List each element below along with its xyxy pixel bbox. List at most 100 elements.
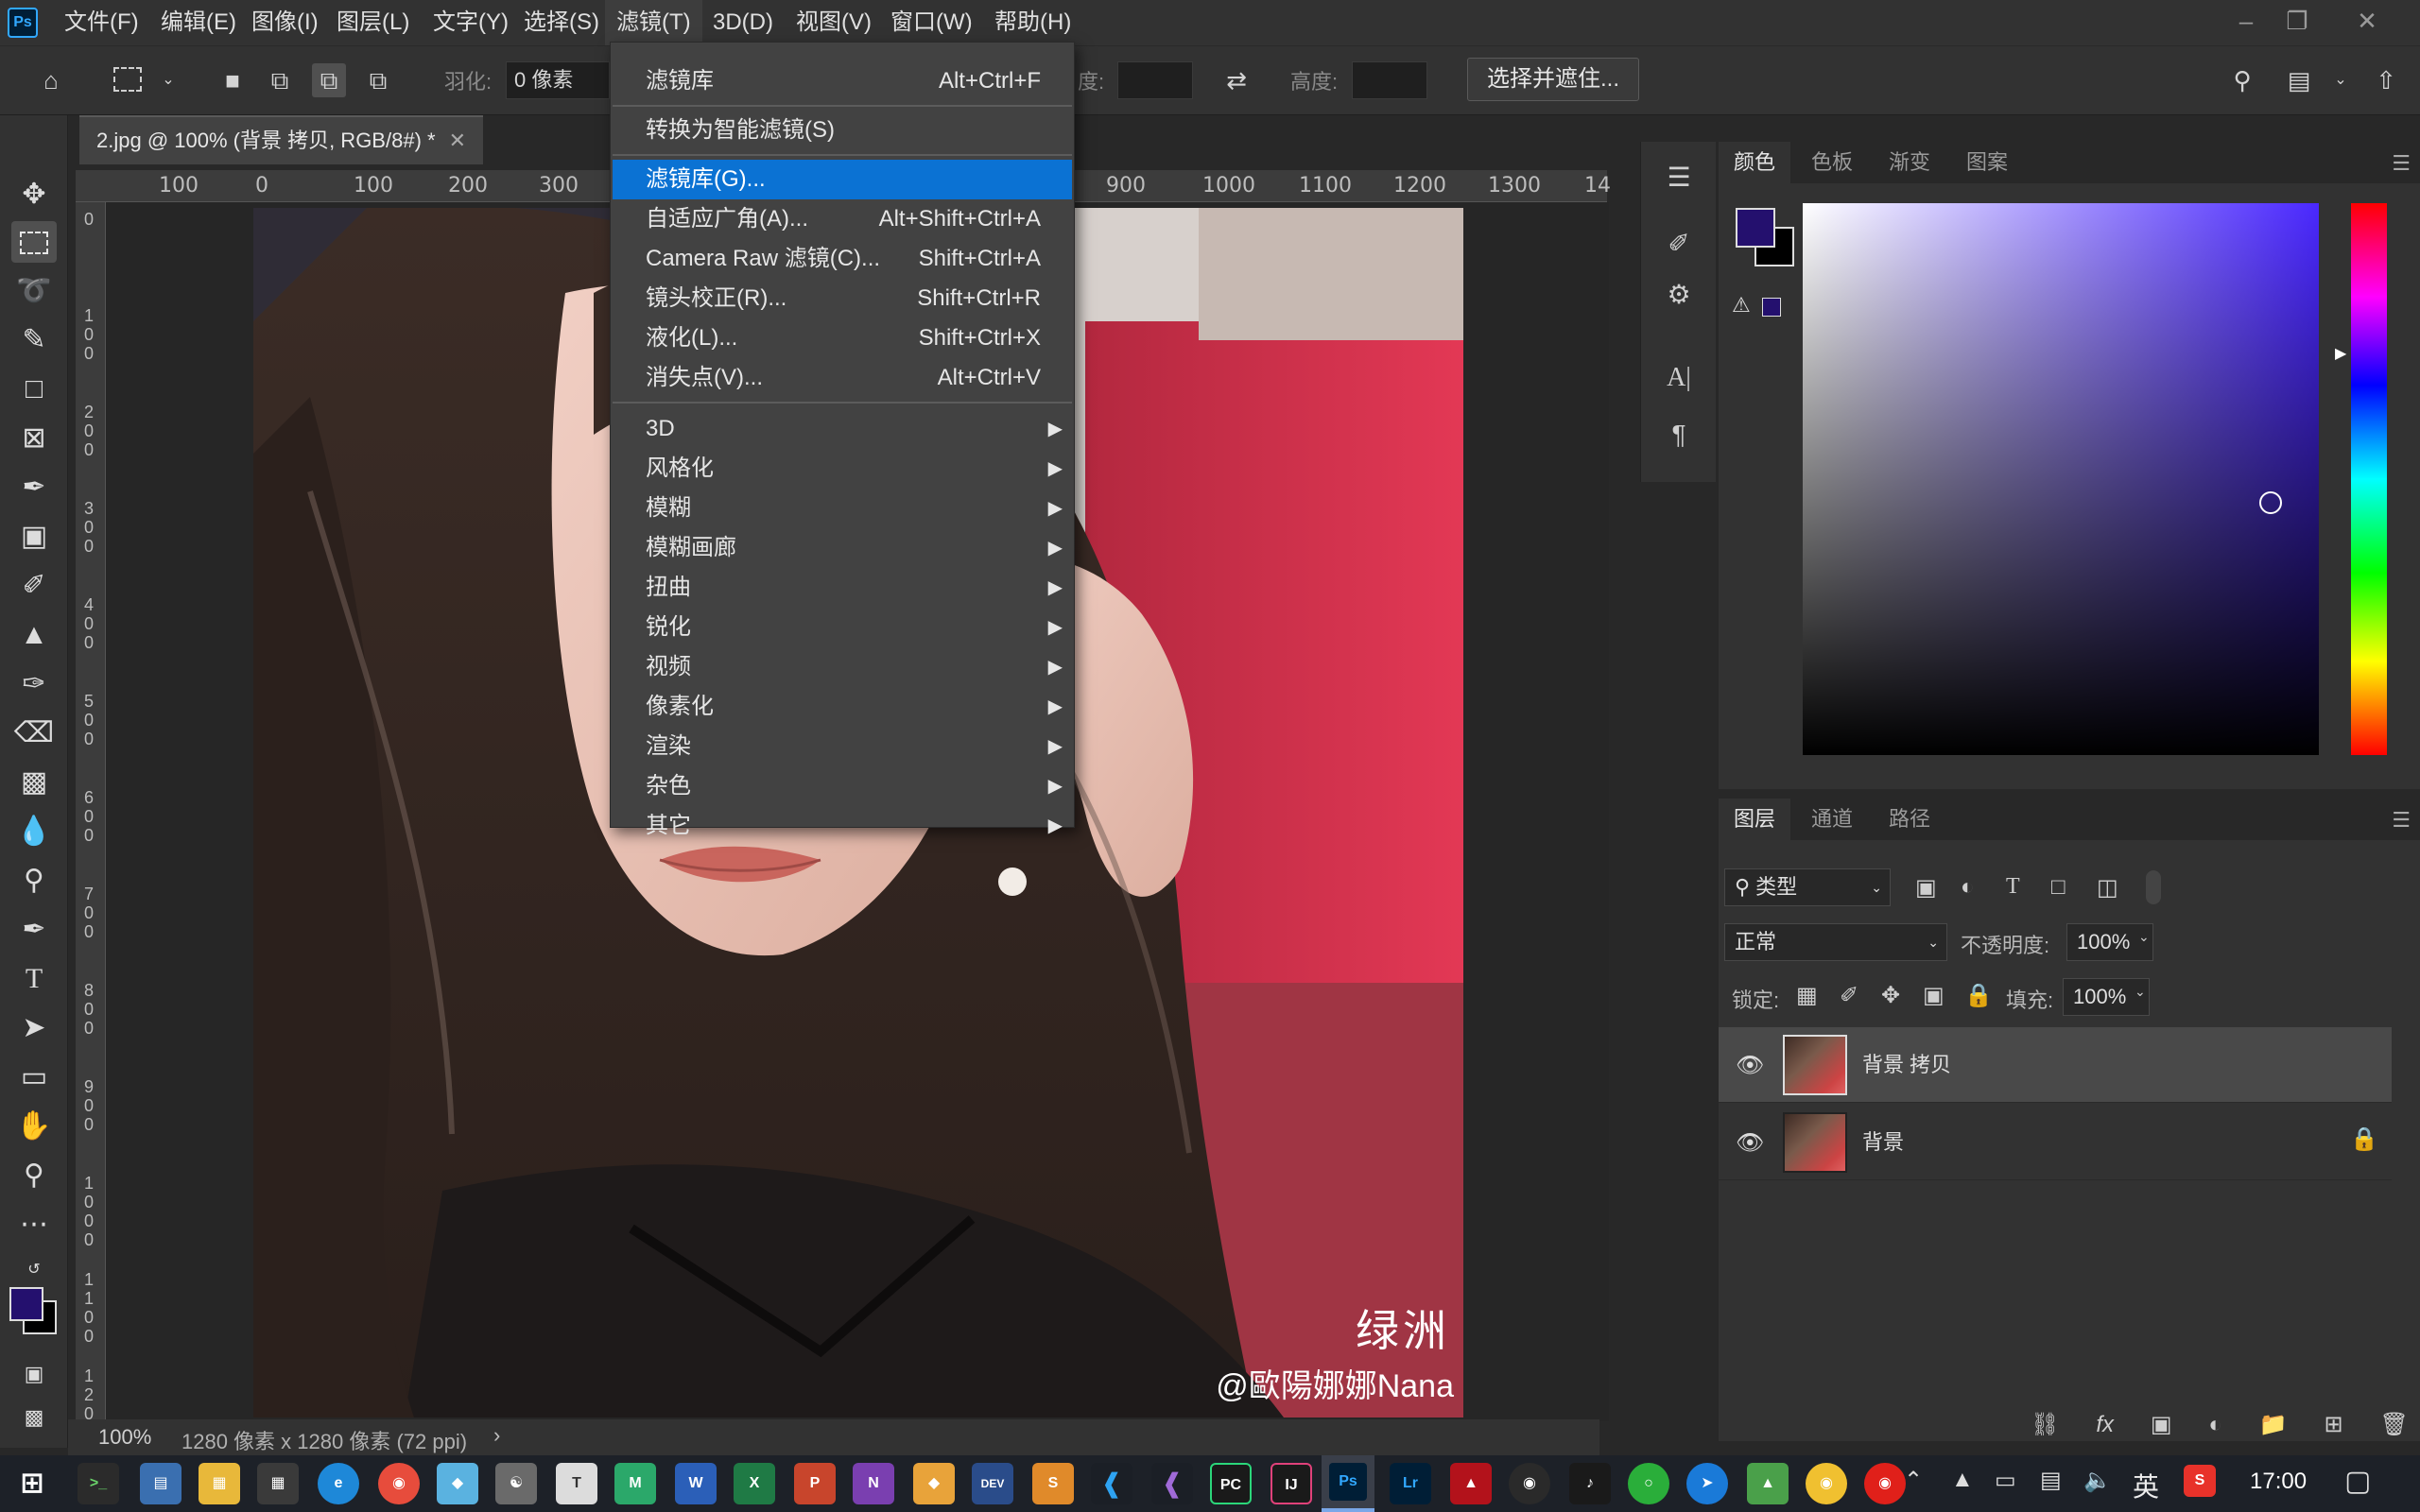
chevron-down-icon[interactable]: ⌄ bbox=[2135, 984, 2146, 1000]
devcpp-icon[interactable]: DEV bbox=[972, 1463, 1013, 1504]
quick-mask-icon[interactable]: ▣ bbox=[11, 1353, 57, 1395]
color-field[interactable] bbox=[1803, 203, 2319, 755]
move-tool-icon[interactable]: ✥ bbox=[11, 174, 57, 215]
chevron-down-icon[interactable]: ⌄ bbox=[2138, 929, 2150, 945]
new-layer-icon[interactable]: ⊞ bbox=[2325, 1411, 2343, 1438]
warning-icon[interactable]: ⚠ bbox=[1732, 293, 1751, 318]
lasso-tool-icon[interactable]: ➰ bbox=[11, 270, 57, 312]
word-icon[interactable]: W bbox=[675, 1463, 717, 1504]
screen-mode-icon[interactable]: ▩ bbox=[11, 1397, 57, 1438]
filter-toggle[interactable] bbox=[2146, 870, 2161, 904]
lightroom-icon[interactable]: Lr bbox=[1390, 1463, 1431, 1504]
menu-item[interactable]: 选择(S) bbox=[512, 0, 611, 45]
chevron-down-icon[interactable]: ⌄ bbox=[2324, 63, 2358, 97]
filter-menu-item[interactable]: 视频 ▶ bbox=[613, 647, 1072, 687]
home-icon[interactable]: ⌂ bbox=[34, 63, 68, 97]
menu-item[interactable]: 图像(I) bbox=[240, 0, 330, 45]
document-tab[interactable]: 2.jpg @ 100% (背景 拷贝, RGB/8#) * ✕ bbox=[79, 115, 484, 164]
lock-position-icon[interactable]: ✥ bbox=[1881, 982, 1900, 1009]
chevron-right-icon[interactable]: › bbox=[493, 1423, 500, 1448]
restore-button[interactable]: ❐ bbox=[2271, 4, 2324, 38]
feather-input[interactable]: 0 像素 bbox=[506, 61, 610, 99]
filter-menu-item[interactable]: 消失点(V)... Alt+Ctrl+V bbox=[613, 358, 1072, 398]
lock-icon[interactable]: 🔒 bbox=[2350, 1125, 2378, 1153]
hue-slider-marker[interactable]: ▶ bbox=[2335, 344, 2346, 363]
menu-item[interactable]: 帮助(H) bbox=[983, 0, 1082, 45]
rectangle-tool-icon[interactable]: ▭ bbox=[11, 1057, 57, 1098]
quick-select-tool-icon[interactable]: ✎ bbox=[11, 319, 57, 361]
lock-transparent-icon[interactable]: ▦ bbox=[1796, 982, 1818, 1009]
panel-tab[interactable]: 路径 bbox=[1874, 799, 1945, 840]
pen-tool-icon[interactable]: ✒ bbox=[11, 909, 57, 951]
notification-icon[interactable]: ▢ bbox=[2344, 1465, 2371, 1498]
app-icon[interactable]: ◉ bbox=[1806, 1463, 1847, 1504]
subtract-selection-icon[interactable]: ⧉ bbox=[312, 63, 346, 97]
panel-menu-icon[interactable]: ☰ bbox=[2392, 808, 2411, 833]
link-icon[interactable]: ⛓ bbox=[2031, 1411, 2059, 1438]
menu-item[interactable]: 图层(L) bbox=[325, 0, 421, 45]
panel-tab[interactable]: 图层 bbox=[1719, 799, 1791, 840]
filter-menu-item[interactable]: 扭曲 ▶ bbox=[613, 568, 1072, 608]
marquee-preset-icon[interactable] bbox=[113, 67, 142, 92]
eye-icon[interactable]: 👁 bbox=[1736, 1052, 1764, 1079]
path-select-tool-icon[interactable]: ➤ bbox=[11, 1007, 57, 1049]
type-filter-icon[interactable]: T bbox=[2006, 874, 2020, 900]
select-and-mask-button[interactable]: 选择并遮住... bbox=[1467, 58, 1640, 101]
foreground-color-chip[interactable] bbox=[1736, 208, 1775, 248]
tray-app-icon[interactable]: ▲ bbox=[1951, 1467, 1974, 1493]
remote-desktop-icon[interactable]: ▤ bbox=[140, 1463, 182, 1504]
sogou-icon[interactable]: S bbox=[2184, 1465, 2216, 1497]
frame-tool-icon[interactable]: ⊠ bbox=[11, 418, 57, 459]
paragraph-icon[interactable]: ¶ bbox=[1660, 416, 1698, 454]
pixel-filter-icon[interactable]: ▣ bbox=[1915, 874, 1937, 902]
eyedropper-tool-icon[interactable]: ✒ bbox=[11, 467, 57, 508]
intersect-selection-icon[interactable]: ⧉ bbox=[361, 63, 395, 97]
delete-icon[interactable]: 🗑 bbox=[2379, 1411, 2408, 1438]
smart-object-filter-icon[interactable]: ◫ bbox=[2097, 874, 2118, 902]
powerpoint-icon[interactable]: P bbox=[794, 1463, 836, 1504]
filter-menu-item[interactable]: 杂色 ▶ bbox=[613, 766, 1072, 806]
chevron-down-icon[interactable]: ⌄ bbox=[151, 63, 185, 97]
foreground-color-swatch[interactable] bbox=[9, 1287, 43, 1321]
marquee-tool-icon[interactable] bbox=[11, 221, 57, 263]
history-brush-tool-icon[interactable]: ✑ bbox=[11, 663, 57, 705]
filter-menu-item[interactable]: Camera Raw 滤镜(C)... Shift+Ctrl+A bbox=[613, 239, 1072, 279]
panel-tab[interactable]: 通道 bbox=[1796, 799, 1868, 840]
menu-item[interactable]: 3D(D) bbox=[701, 0, 785, 45]
clock[interactable]: 17:00 bbox=[2250, 1469, 2307, 1495]
lock-artboard-icon[interactable]: ▣ bbox=[1923, 982, 1945, 1009]
filter-menu-item[interactable]: 滤镜库 Alt+Ctrl+F bbox=[613, 61, 1072, 101]
network-icon[interactable]: ▤ bbox=[2040, 1467, 2062, 1494]
filter-menu-item[interactable]: 3D ▶ bbox=[613, 409, 1072, 449]
adjustment-filter-icon[interactable]: ◐ bbox=[1961, 874, 1975, 901]
filter-menu-item[interactable]: 其它 ▶ bbox=[613, 806, 1072, 846]
filter-menu-item[interactable]: 渲染 ▶ bbox=[613, 727, 1072, 766]
shape-filter-icon[interactable]: □ bbox=[2051, 874, 2066, 901]
new-selection-icon[interactable]: ■ bbox=[216, 63, 250, 97]
adjustments-icon[interactable]: ⚙ bbox=[1660, 276, 1698, 314]
terminal-icon[interactable]: >_ bbox=[78, 1463, 119, 1504]
app-icon[interactable]: ▲ bbox=[1747, 1463, 1789, 1504]
menu-item[interactable]: 窗口(W) bbox=[879, 0, 984, 45]
lock-image-icon[interactable]: ✐ bbox=[1840, 982, 1858, 1009]
filter-menu-item[interactable]: 锐化 ▶ bbox=[613, 608, 1072, 647]
workspace-icon[interactable]: ▤ bbox=[2282, 63, 2316, 97]
app-icon[interactable]: M bbox=[614, 1463, 656, 1504]
excel-icon[interactable]: X bbox=[734, 1463, 775, 1504]
battery-icon[interactable]: ▭ bbox=[1995, 1467, 2016, 1494]
character-icon[interactable]: A| bbox=[1660, 359, 1698, 397]
filter-menu-item[interactable]: 自适应广角(A)... Alt+Shift+Ctrl+A bbox=[613, 199, 1072, 239]
menu-item[interactable]: 视图(V) bbox=[785, 0, 883, 45]
minimize-button[interactable]: – bbox=[2220, 4, 2273, 38]
filter-menu-item[interactable]: 模糊 ▶ bbox=[613, 489, 1072, 528]
filter-menu-item[interactable]: 镜头校正(R)... Shift+Ctrl+R bbox=[613, 279, 1072, 318]
panel-tab[interactable]: 图案 bbox=[1951, 142, 2023, 183]
vscode-icon[interactable]: ❰ bbox=[1091, 1463, 1132, 1504]
menu-item[interactable]: 滤镜(T) bbox=[605, 0, 702, 45]
tiktok-icon[interactable]: ♪ bbox=[1569, 1463, 1611, 1504]
app-icon[interactable]: ☯ bbox=[495, 1463, 537, 1504]
add-selection-icon[interactable]: ⧉ bbox=[263, 63, 297, 97]
panel-menu-icon[interactable]: ☰ bbox=[2392, 151, 2411, 176]
layer-name[interactable]: 背景 bbox=[1862, 1105, 1904, 1180]
visual-studio-icon[interactable]: ❰ bbox=[1151, 1463, 1193, 1504]
